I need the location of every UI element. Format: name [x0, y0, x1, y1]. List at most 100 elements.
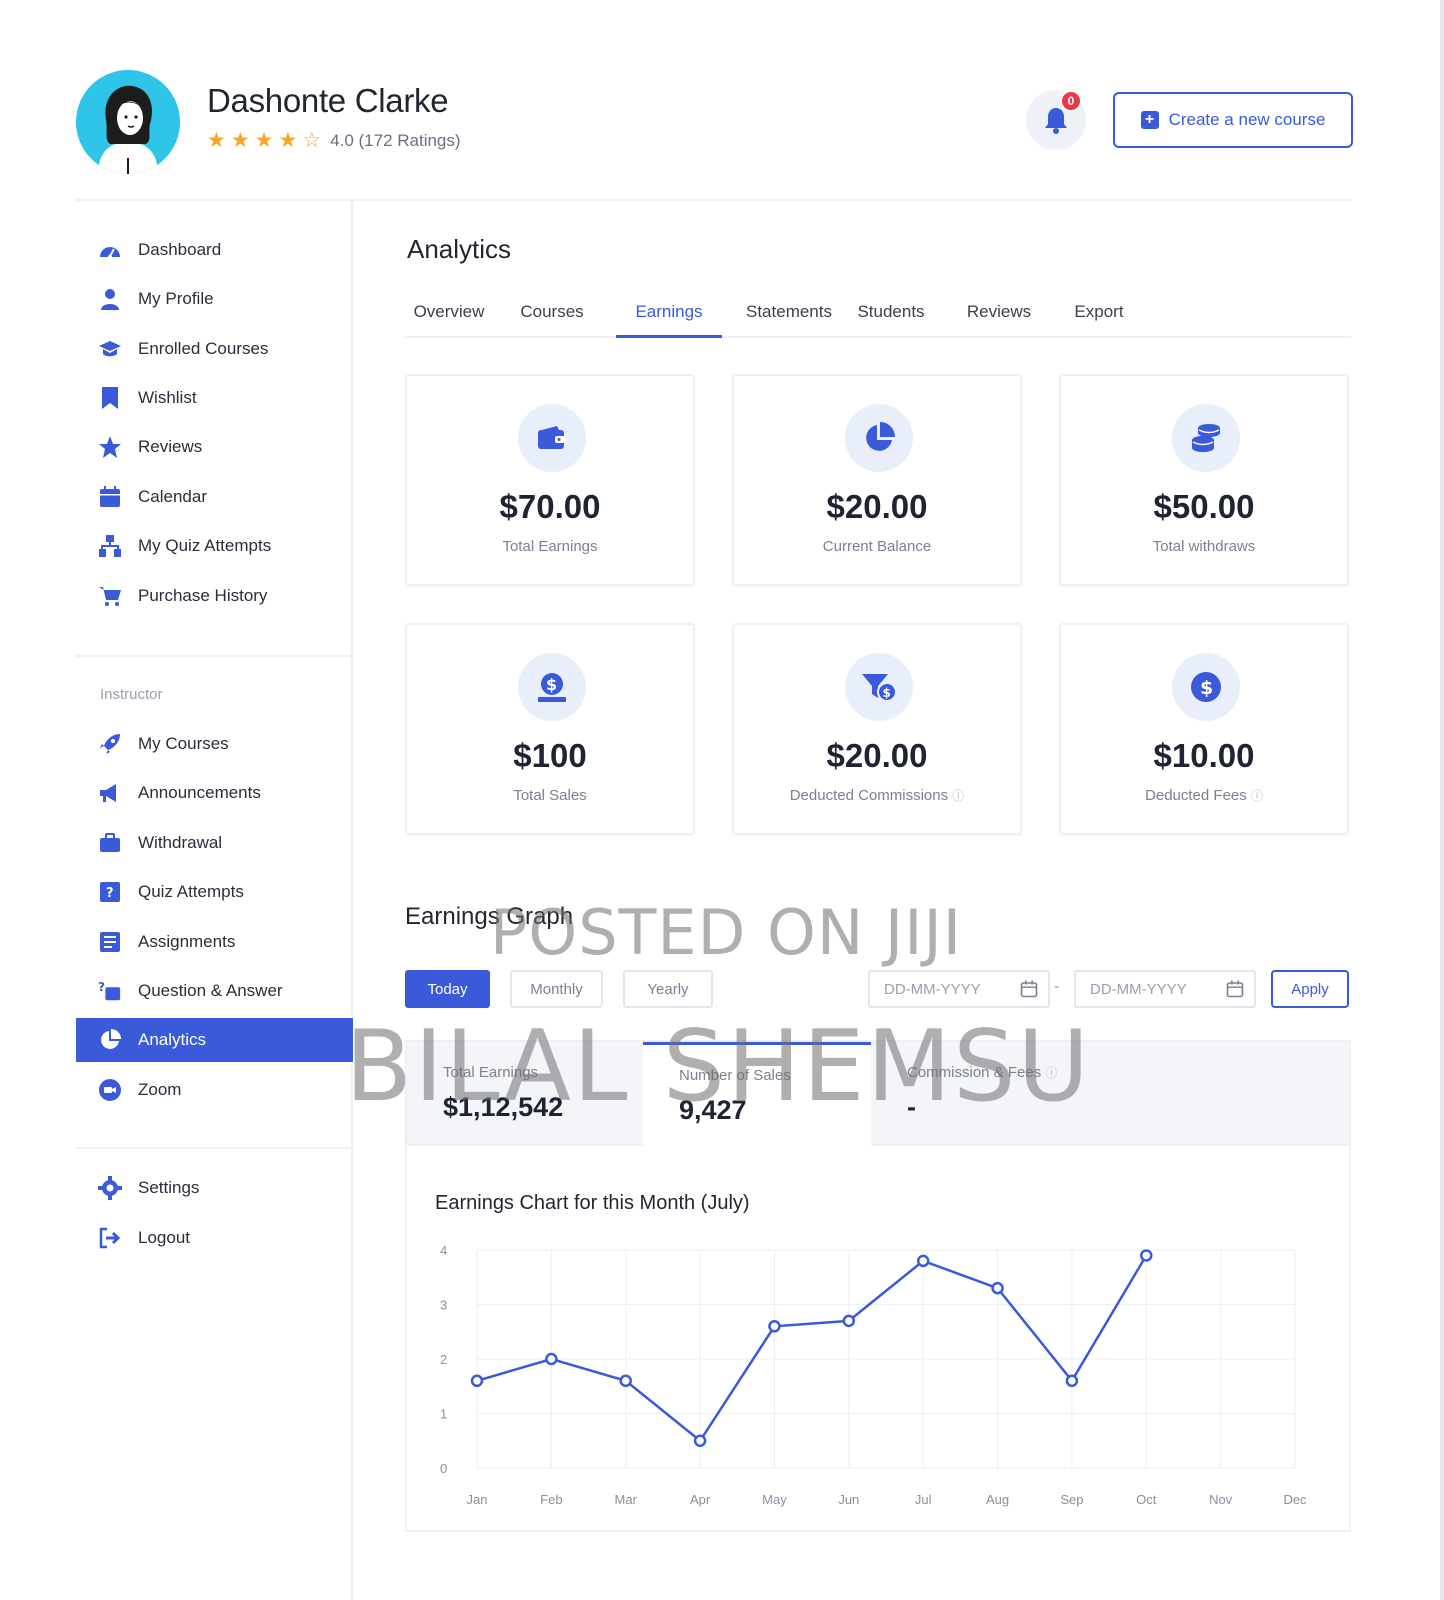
x-tick-label: Jul [915, 1492, 932, 1507]
tab-earnings[interactable]: Earnings [616, 296, 722, 338]
earnings-line-chart: 0 1 2 3 4 Jan Feb Mar Apr May Jun Jul Aug Sep Oct Nov De… [440, 1243, 1307, 1507]
sidebar-item-withdrawal[interactable]: Withdrawal [76, 821, 353, 865]
stat-value: $50.00 [1153, 488, 1255, 525]
y-tick-label: 2 [440, 1352, 447, 1367]
filter-monthly-button[interactable]: Monthly [510, 970, 603, 1008]
megaphone-icon [98, 781, 122, 805]
sidebar-item-label: Enrolled Courses [138, 339, 269, 358]
plus-icon: + [1140, 111, 1159, 129]
stat-label: Number of Sales [679, 1067, 791, 1084]
stat-label: Total withdraws [1152, 538, 1256, 555]
end-date-input[interactable]: DD-MM-YYYY [1074, 970, 1256, 1008]
sidebar-item-my-courses[interactable]: My Courses [76, 722, 353, 766]
sidebar-item-purchase-history[interactable]: Purchase History [76, 574, 353, 618]
wallet-icon [518, 404, 586, 472]
data-point [768, 1320, 781, 1333]
sidebar-item-my-quiz-attempts[interactable]: My Quiz Attempts [76, 524, 353, 568]
tab-export[interactable]: Export [1071, 296, 1127, 338]
sidebar-item-label: Assignments [138, 932, 236, 951]
earnings-graph-title: Earnings Graph [405, 903, 574, 930]
sidebar-item-label: My Quiz Attempts [138, 536, 272, 555]
info-icon[interactable]: ⓘ [1251, 789, 1263, 803]
tab-courses[interactable]: Courses [512, 296, 592, 338]
money-bag-icon: $ [518, 653, 586, 721]
sidebar-item-label: Reviews [138, 437, 203, 456]
data-point [619, 1374, 632, 1388]
stat-value: $10.00 [1153, 737, 1255, 774]
calendar-icon[interactable] [1020, 980, 1038, 1002]
user-name: Dashonte Clarke [207, 82, 449, 119]
tab-students[interactable]: Students [855, 296, 927, 338]
stat-label: Deducted Fees ⓘ [1061, 787, 1347, 804]
sidebar-item-label: Question & Answer [138, 981, 283, 1000]
sidebar-item-quiz-attempts[interactable]: ? Quiz Attempts [76, 870, 353, 914]
stat-total-earnings[interactable]: Total Earnings $1,12,542 [407, 1042, 643, 1146]
avatar[interactable] [76, 70, 180, 174]
stat-value: $70.00 [499, 488, 601, 525]
x-tick-label: May [762, 1492, 787, 1507]
sidebar-item-logout[interactable]: Logout [76, 1216, 353, 1260]
x-tick-label: Feb [540, 1492, 562, 1507]
sidebar-item-analytics[interactable]: Analytics [76, 1018, 353, 1062]
sidebar-divider [76, 1147, 353, 1149]
end-date-placeholder: DD-MM-YYYY [1090, 980, 1187, 998]
x-tick-label: Apr [690, 1492, 711, 1507]
stat-label: Total Earnings [502, 538, 598, 555]
stat-card-deducted-fees: $ $10.00 Deducted Fees ⓘ [1059, 623, 1349, 835]
rating-text: 4.0 (172 Ratings) [330, 130, 461, 150]
data-point [842, 1314, 856, 1328]
stat-label-text: Commission & Fees [907, 1064, 1042, 1081]
sidebar-item-zoom[interactable]: Zoom [76, 1068, 353, 1112]
sidebar-item-calendar[interactable]: Calendar [76, 475, 353, 519]
series-line [476, 1254, 1148, 1443]
data-point [1140, 1249, 1153, 1262]
sidebar-item-label: Withdrawal [138, 833, 223, 852]
cart-icon [98, 584, 122, 608]
stat-value: $1,12,542 [443, 1092, 564, 1122]
create-course-button[interactable]: + Create a new course [1113, 92, 1353, 148]
x-tick-label: Nov [1209, 1492, 1233, 1507]
tab-statements[interactable]: Statements [743, 296, 835, 338]
stat-commission-fees[interactable]: Commission & Fees ⓘ - [871, 1042, 1351, 1146]
profile-header: Dashonte Clarke ★ ★ ★ ★ ☆ 4.0 (172 Ratin… [76, 68, 1353, 178]
sidebar-item-question-answer[interactable]: ? Question & Answer [76, 969, 353, 1013]
quiz-icon [98, 534, 122, 558]
stat-number-of-sales[interactable]: Number of Sales 9,427 [643, 1042, 871, 1146]
create-course-label: Create a new course [1168, 110, 1326, 129]
calendar-icon [98, 485, 122, 509]
data-point [545, 1352, 558, 1366]
info-icon[interactable]: ⓘ [1045, 1066, 1057, 1080]
sidebar-item-reviews[interactable]: Reviews [76, 425, 353, 469]
start-date-input[interactable]: DD-MM-YYYY [868, 970, 1050, 1008]
sidebar-item-dashboard[interactable]: Dashboard [76, 228, 353, 272]
x-tick-label: Aug [986, 1492, 1009, 1507]
sidebar-item-enrolled-courses[interactable]: Enrolled Courses [76, 327, 353, 371]
filter-yearly-button[interactable]: Yearly [623, 970, 713, 1008]
stat-value: 9,427 [679, 1095, 747, 1125]
page-edge [1440, 0, 1444, 1600]
sidebar-item-settings[interactable]: Settings [76, 1166, 353, 1210]
stat-label: Total Earnings [443, 1064, 539, 1081]
sidebar-item-wishlist[interactable]: Wishlist [76, 376, 353, 420]
sidebar-item-label: Settings [138, 1178, 200, 1197]
star-icon: ★ [278, 129, 298, 152]
pie-chart-icon [845, 404, 913, 472]
sidebar-item-announcements[interactable]: Announcements [76, 771, 353, 815]
svg-text:$: $ [1200, 677, 1213, 699]
apply-button[interactable]: Apply [1271, 970, 1349, 1008]
sidebar-section-label: Instructor [100, 686, 163, 703]
sidebar-item-my-profile[interactable]: My Profile [76, 277, 353, 321]
info-icon[interactable]: ⓘ [952, 789, 964, 803]
assignments-icon [98, 930, 122, 954]
sidebar-item-assignments[interactable]: Assignments [76, 920, 353, 964]
dollar-circle-icon: $ [1172, 653, 1240, 721]
stat-label-text: Deducted Fees [1145, 787, 1247, 804]
tab-overview[interactable]: Overview [405, 296, 493, 338]
data-point [1065, 1374, 1079, 1388]
star-icon [98, 435, 122, 459]
x-tick-label: Oct [1136, 1492, 1157, 1507]
start-date-placeholder: DD-MM-YYYY [884, 980, 981, 998]
filter-today-button[interactable]: Today [405, 970, 490, 1008]
tab-reviews[interactable]: Reviews [965, 296, 1033, 338]
calendar-icon[interactable] [1226, 980, 1244, 1002]
